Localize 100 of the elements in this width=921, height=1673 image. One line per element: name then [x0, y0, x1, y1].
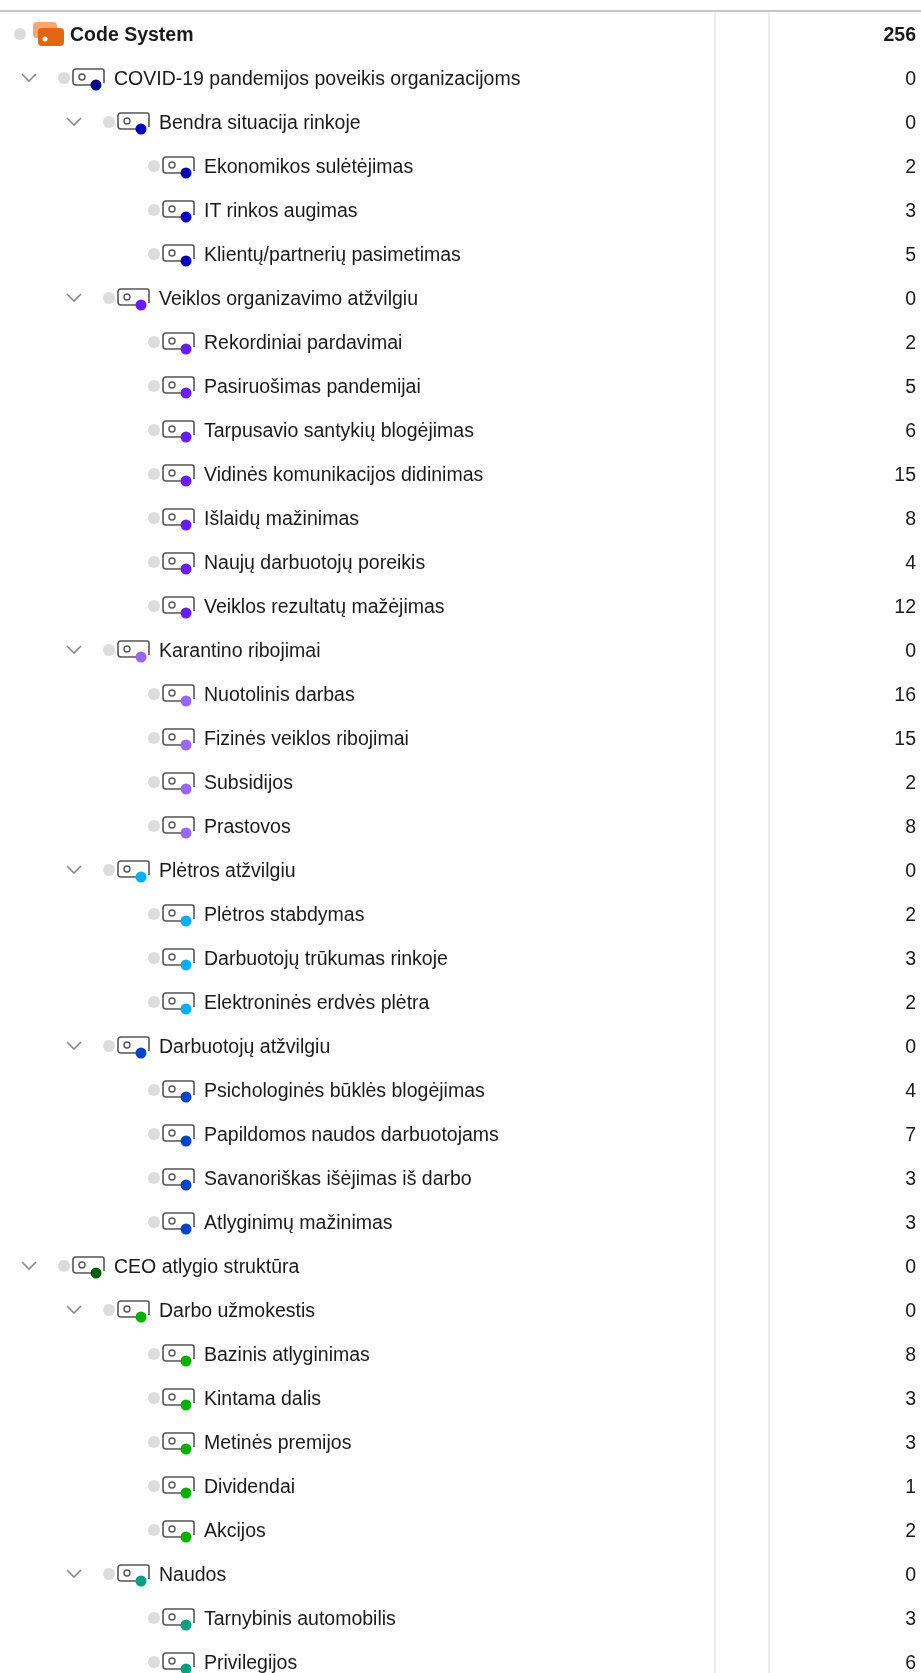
code-count: 3 — [905, 1430, 916, 1454]
status-dot-icon — [103, 1040, 115, 1052]
code-count: 5 — [905, 242, 916, 266]
code-label[interactable]: Karantino ribojimai — [159, 638, 321, 662]
status-dot-icon — [148, 468, 160, 480]
code-label[interactable]: CEO atlygio struktūra — [114, 1254, 300, 1278]
code-label[interactable]: Bazinis atlyginimas — [204, 1342, 370, 1366]
status-dot-icon — [148, 908, 160, 920]
status-dot-icon — [148, 1392, 160, 1404]
code-label[interactable]: Išlaidų mažinimas — [204, 506, 359, 530]
status-dot-icon — [103, 864, 115, 876]
code-count: 0 — [905, 286, 916, 310]
code-label[interactable]: Bendra situacija rinkoje — [159, 110, 361, 134]
code-label[interactable]: Plėtros atžvilgiu — [159, 858, 296, 882]
code-count: 1 — [905, 1474, 916, 1498]
code-label[interactable]: COVID-19 pandemijos poveikis organizacijoms — [114, 66, 521, 90]
code-count: 2 — [905, 902, 916, 926]
code-label[interactable]: Naujų darbuotojų poreikis — [204, 550, 426, 574]
code-label[interactable]: Akcijos — [204, 1518, 266, 1542]
code-label[interactable]: Fizinės veiklos ribojimai — [204, 726, 409, 750]
code-label[interactable]: Naudos — [159, 1562, 227, 1586]
code-label[interactable]: Nuotolinis darbas — [204, 682, 355, 706]
code-count: 4 — [905, 1078, 916, 1102]
status-dot-icon — [103, 1304, 115, 1316]
status-dot-icon — [148, 1084, 160, 1096]
code-count: 0 — [905, 858, 916, 882]
status-dot-icon — [148, 336, 160, 348]
code-count: 15 — [894, 462, 916, 486]
code-count: 16 — [894, 682, 916, 706]
code-label[interactable]: Plėtros stabdymas — [204, 902, 365, 926]
code-label[interactable]: Psichologinės būklės blogėjimas — [204, 1078, 485, 1102]
code-label[interactable]: Metinės premijos — [204, 1430, 352, 1454]
status-dot-icon — [148, 1216, 160, 1228]
status-dot-icon — [14, 28, 26, 40]
status-dot-icon — [148, 424, 160, 436]
code-count: 0 — [905, 1254, 916, 1278]
code-count: 2 — [905, 330, 916, 354]
status-dot-icon — [148, 1348, 160, 1360]
status-dot-icon — [148, 952, 160, 964]
code-count: 8 — [905, 814, 916, 838]
code-label[interactable]: Savanoriškas išėjimas iš darbo — [204, 1166, 472, 1190]
status-dot-icon — [148, 512, 160, 524]
code-system-icon — [30, 20, 66, 48]
code-label[interactable]: Tarnybinis automobilis — [204, 1606, 396, 1630]
code-label[interactable]: Darbuotojų trūkumas rinkoje — [204, 946, 448, 970]
status-dot-icon — [148, 1436, 160, 1448]
code-label[interactable]: Tarpusavio santykių blogėjimas — [204, 418, 474, 442]
status-dot-icon — [148, 1524, 160, 1536]
status-dot-icon — [58, 72, 70, 84]
code-count: 8 — [905, 506, 916, 530]
code-count: 0 — [905, 66, 916, 90]
code-label[interactable]: Darbuotojų atžvilgiu — [159, 1034, 331, 1058]
code-count: 3 — [905, 1386, 916, 1410]
code-label[interactable]: Subsidijos — [204, 770, 293, 794]
code-count: 2 — [905, 990, 916, 1014]
code-count: 7 — [905, 1122, 916, 1146]
status-dot-icon — [148, 1128, 160, 1140]
code-count: 3 — [905, 1606, 916, 1630]
code-count: 0 — [905, 1562, 916, 1586]
status-dot-icon — [58, 1260, 70, 1272]
code-label[interactable]: Dividendai — [204, 1474, 296, 1498]
code-label[interactable]: Prastovos — [204, 814, 291, 838]
code-label[interactable]: Klientų/partnerių pasimetimas — [204, 242, 461, 266]
code-label[interactable]: Ekonomikos sulėtėjimas — [204, 154, 414, 178]
code-count: 3 — [905, 946, 916, 970]
status-dot-icon — [103, 644, 115, 656]
code-count: 4 — [905, 550, 916, 574]
status-dot-icon — [103, 1568, 115, 1580]
code-label[interactable]: Veiklos rezultatų mažėjimas — [204, 594, 445, 618]
code-label[interactable]: Vidinės komunikacijos didinimas — [204, 462, 484, 486]
code-label[interactable]: Atlyginimų mažinimas — [204, 1210, 393, 1234]
code-count: 6 — [905, 418, 916, 442]
code-label[interactable]: IT rinkos augimas — [204, 198, 358, 222]
code-count: 0 — [905, 1298, 916, 1322]
status-dot-icon — [148, 732, 160, 744]
code-label[interactable]: Privilegijos — [204, 1650, 298, 1673]
status-dot-icon — [103, 292, 115, 304]
code-label[interactable]: Veiklos organizavimo atžvilgiu — [159, 286, 419, 310]
status-dot-icon — [148, 160, 160, 172]
status-dot-icon — [148, 1480, 160, 1492]
status-dot-icon — [148, 248, 160, 260]
code-label[interactable]: Pasiruošimas pandemijai — [204, 374, 421, 398]
code-count: 0 — [905, 110, 916, 134]
code-label[interactable]: Elektroninės erdvės plėtra — [204, 990, 430, 1014]
status-dot-icon — [148, 820, 160, 832]
code-count: 3 — [905, 198, 916, 222]
code-count: 3 — [905, 1210, 916, 1234]
code-label[interactable]: Darbo užmokestis — [159, 1298, 316, 1322]
status-dot-icon — [103, 116, 115, 128]
code-label[interactable]: Papildomos naudos darbuotojams — [204, 1122, 499, 1146]
code-label[interactable]: Rekordiniai pardavimai — [204, 330, 403, 354]
code-count: 12 — [894, 594, 916, 618]
status-dot-icon — [148, 600, 160, 612]
code-count: 0 — [905, 638, 916, 662]
status-dot-icon — [148, 776, 160, 788]
code-count: 15 — [894, 726, 916, 750]
code-label[interactable]: Kintama dalis — [204, 1386, 322, 1410]
code-count: 2 — [905, 154, 916, 178]
code-count: 6 — [905, 1650, 916, 1673]
status-dot-icon — [148, 1656, 160, 1668]
